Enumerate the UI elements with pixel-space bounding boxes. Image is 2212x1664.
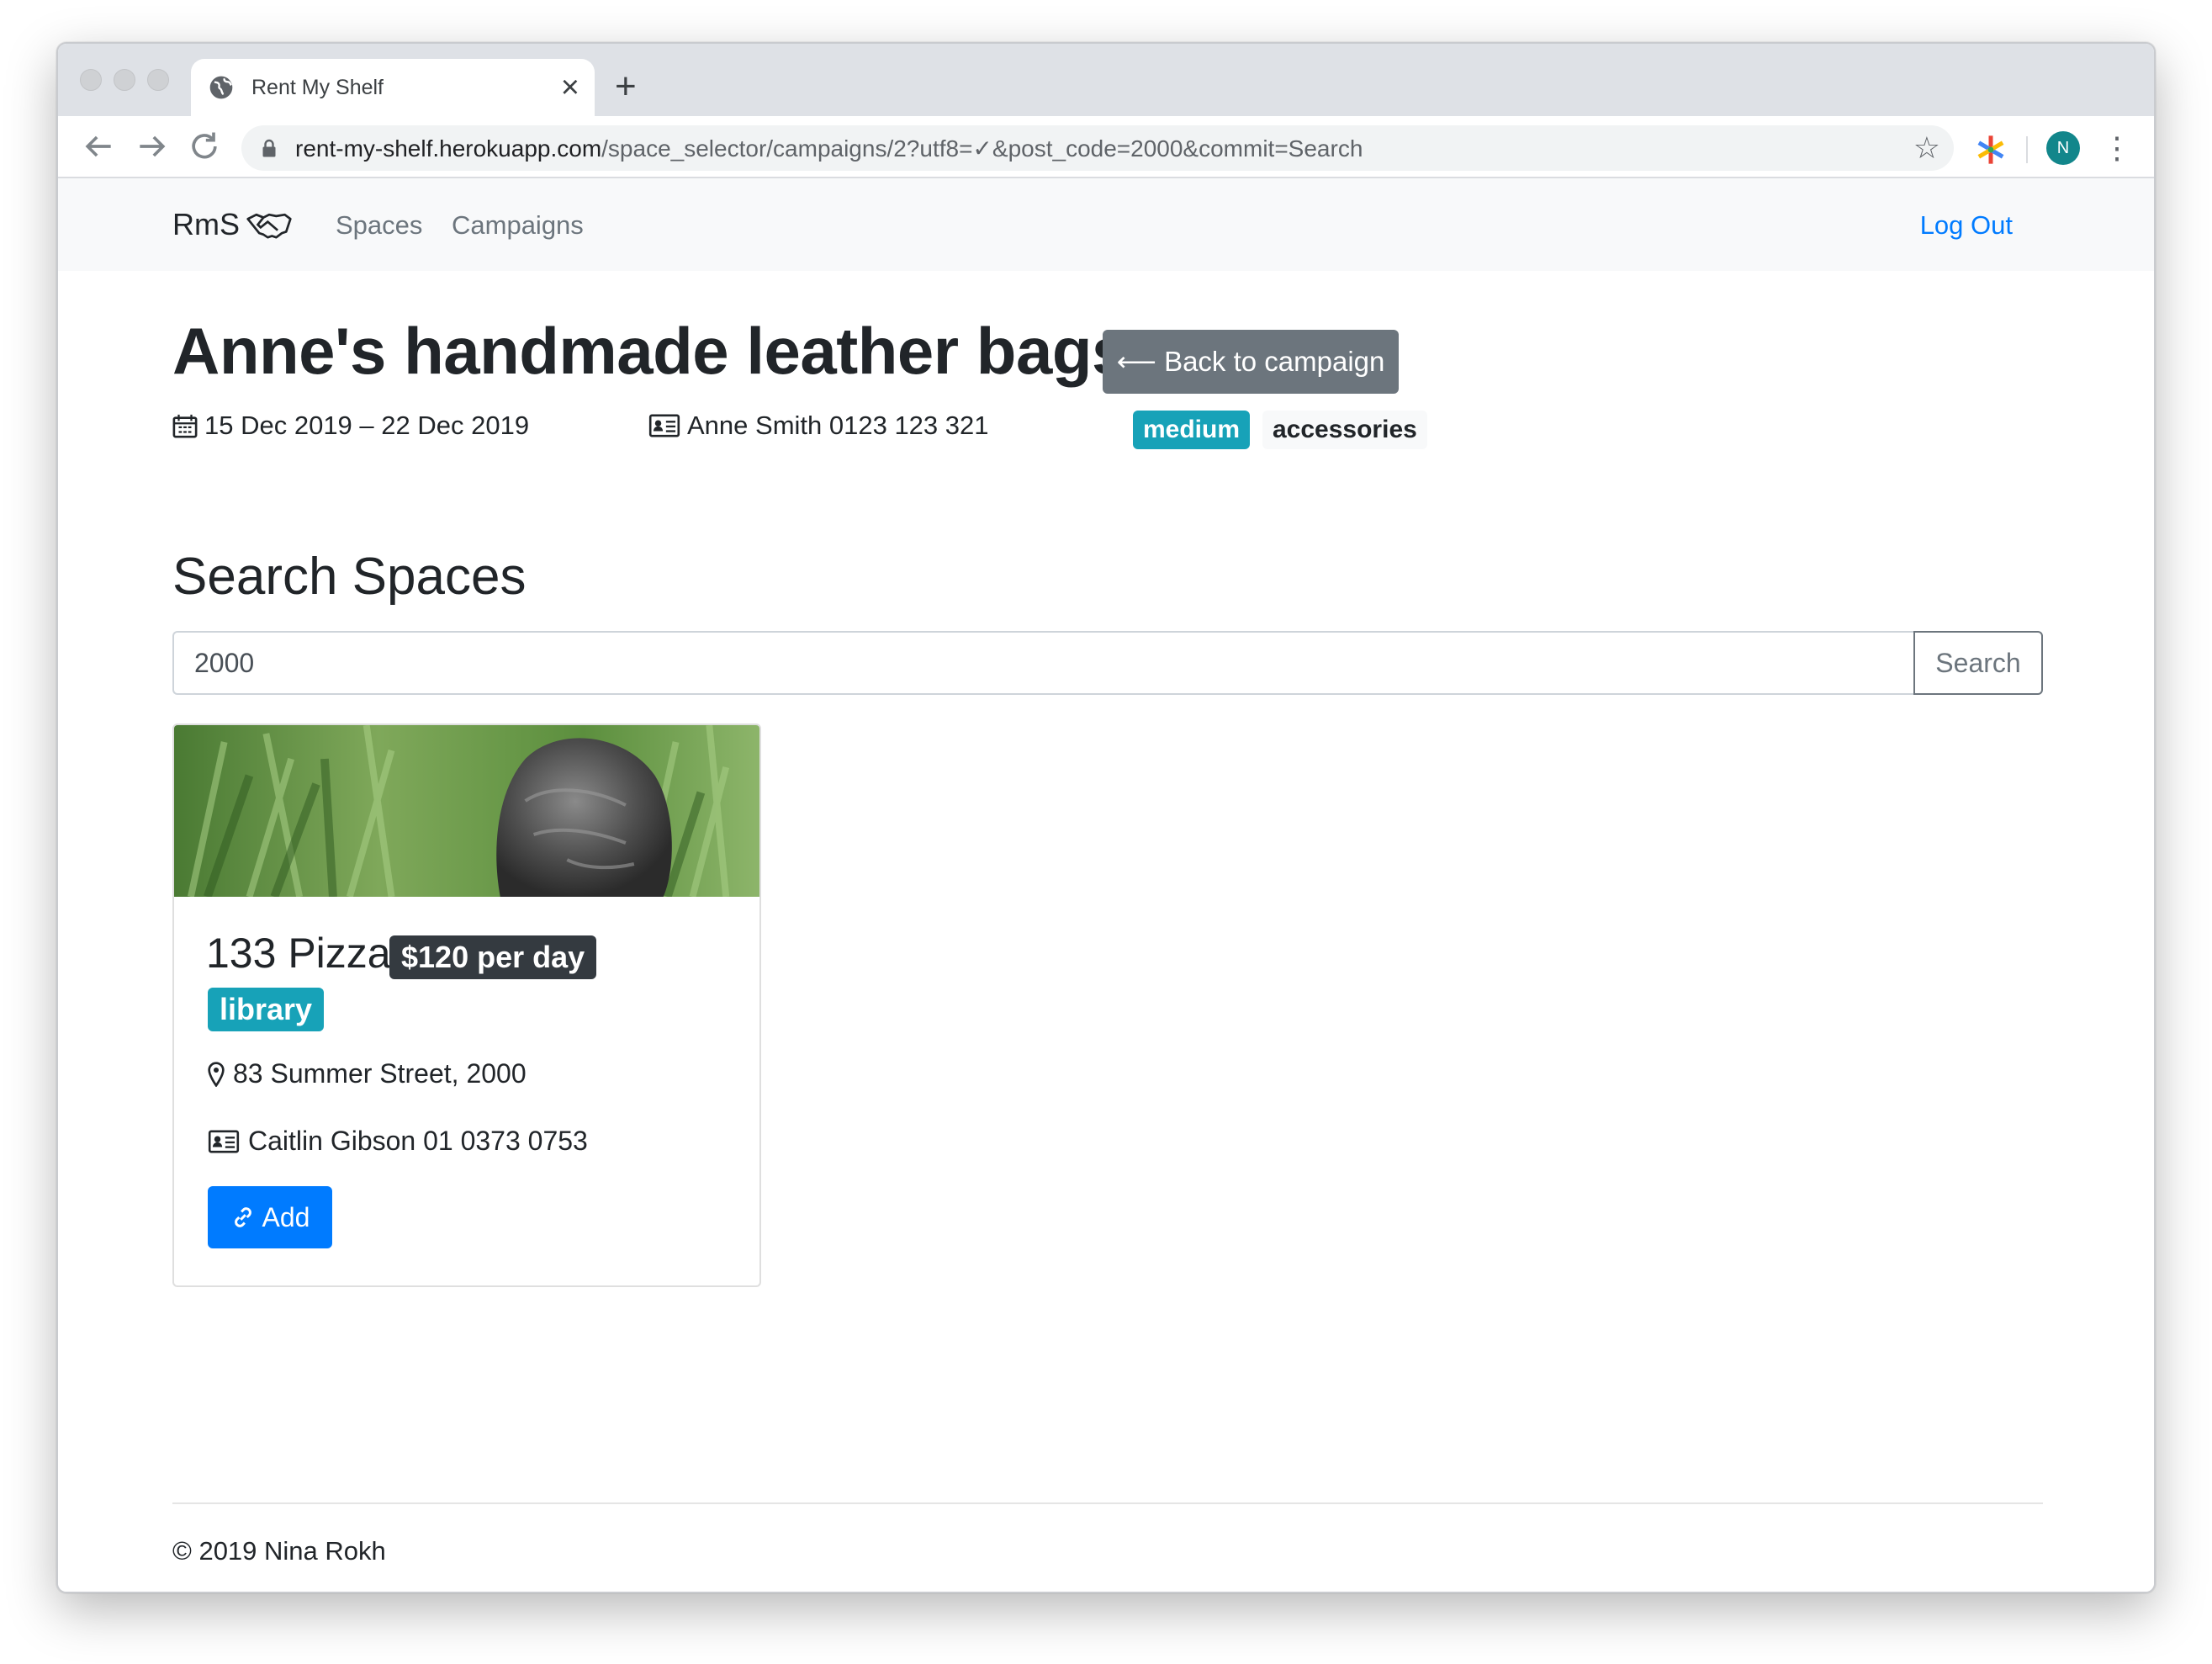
- postcode-search-input[interactable]: 2000: [172, 631, 1913, 695]
- id-card-icon: [648, 414, 680, 437]
- window-minimize-dot[interactable]: [114, 69, 135, 91]
- campaign-contact-text: Anne Smith 0123 123 321: [687, 411, 989, 440]
- space-card: 133 Pizza $120 per day library 83 Summer…: [172, 723, 761, 1287]
- browser-tab[interactable]: Rent My Shelf ×: [191, 59, 595, 116]
- search-heading: Search Spaces: [172, 548, 527, 606]
- tab-close-icon[interactable]: ×: [561, 67, 579, 108]
- brand-text: RmS: [172, 207, 240, 241]
- space-type-badge: library: [208, 988, 325, 1031]
- toolbar-divider: [2026, 136, 2028, 163]
- logout-link[interactable]: Log Out: [1920, 210, 2013, 241]
- campaign-dates-text: 15 Dec 2019 – 22 Dec 2019: [204, 411, 530, 440]
- browser-window: Rent My Shelf × + rent-my-shelf.herokuap…: [56, 42, 2156, 1593]
- page-content: RmS Spaces Campaigns Log Out Anne's hand…: [58, 178, 2154, 1592]
- bookmark-star-icon[interactable]: ☆: [1913, 130, 1940, 166]
- space-name: 133 Pizza: [206, 930, 391, 977]
- space-contact: Caitlin Gibson 01 0373 0753: [208, 1126, 588, 1157]
- new-tab-button[interactable]: +: [615, 64, 637, 109]
- forward-arrow-icon[interactable]: [134, 128, 171, 165]
- space-photo: [174, 725, 759, 897]
- nav-link-campaigns[interactable]: Campaigns: [452, 210, 584, 241]
- lock-icon: [262, 139, 276, 157]
- globe-icon: [209, 76, 233, 99]
- category-badge: accessories: [1262, 411, 1427, 449]
- url-host: rent-my-shelf.herokuapp.com: [295, 135, 602, 162]
- window-close-dot[interactable]: [80, 69, 102, 91]
- extension-icon[interactable]: [1974, 133, 2008, 167]
- url-path: /space_selector/campaigns/2?utf8=✓&post_…: [601, 135, 1363, 162]
- space-address-text: 83 Summer Street, 2000: [233, 1058, 527, 1089]
- window-zoom-dot[interactable]: [147, 69, 169, 91]
- link-icon: [234, 1207, 251, 1227]
- campaign-contact: Anne Smith 0123 123 321: [648, 411, 989, 441]
- profile-avatar[interactable]: N: [2046, 131, 2080, 165]
- size-badge: medium: [1133, 411, 1251, 449]
- tab-title: Rent My Shelf: [251, 76, 384, 99]
- nav-link-spaces[interactable]: Spaces: [336, 210, 422, 241]
- handshake-icon: [246, 213, 292, 239]
- url-text: rent-my-shelf.herokuapp.com/space_select…: [295, 135, 1363, 162]
- search-button[interactable]: Search: [1913, 631, 2043, 695]
- back-arrow-icon[interactable]: [80, 128, 117, 165]
- footer-divider: [172, 1502, 2043, 1504]
- campaign-title: Anne's handmade leather bags: [172, 314, 1128, 388]
- space-contact-text: Caitlin Gibson 01 0373 0753: [248, 1126, 588, 1156]
- footer-copyright: © 2019 Nina Rokh: [172, 1536, 386, 1566]
- campaign-dates: 15 Dec 2019 – 22 Dec 2019: [172, 411, 529, 441]
- calendar-icon: [172, 414, 198, 438]
- back-to-campaign-button[interactable]: ⟵ Back to campaign: [1103, 330, 1399, 394]
- price-badge: $120 per day: [389, 935, 597, 979]
- site-navbar: RmS Spaces Campaigns Log Out: [58, 178, 2154, 271]
- address-bar[interactable]: rent-my-shelf.herokuapp.com/space_select…: [241, 125, 1954, 171]
- space-address: 83 Summer Street, 2000: [208, 1058, 527, 1089]
- tab-strip: Rent My Shelf × +: [58, 44, 2154, 116]
- map-marker-icon: [208, 1061, 225, 1087]
- menu-kebab-icon[interactable]: ⋮: [2102, 128, 2132, 168]
- brand-link[interactable]: RmS: [172, 207, 292, 242]
- reload-icon[interactable]: [186, 128, 223, 165]
- add-button-label: Add: [262, 1201, 310, 1232]
- browser-toolbar: rent-my-shelf.herokuapp.com/space_select…: [58, 116, 2154, 178]
- add-space-button[interactable]: Add: [208, 1186, 332, 1248]
- id-card-icon: [208, 1130, 240, 1153]
